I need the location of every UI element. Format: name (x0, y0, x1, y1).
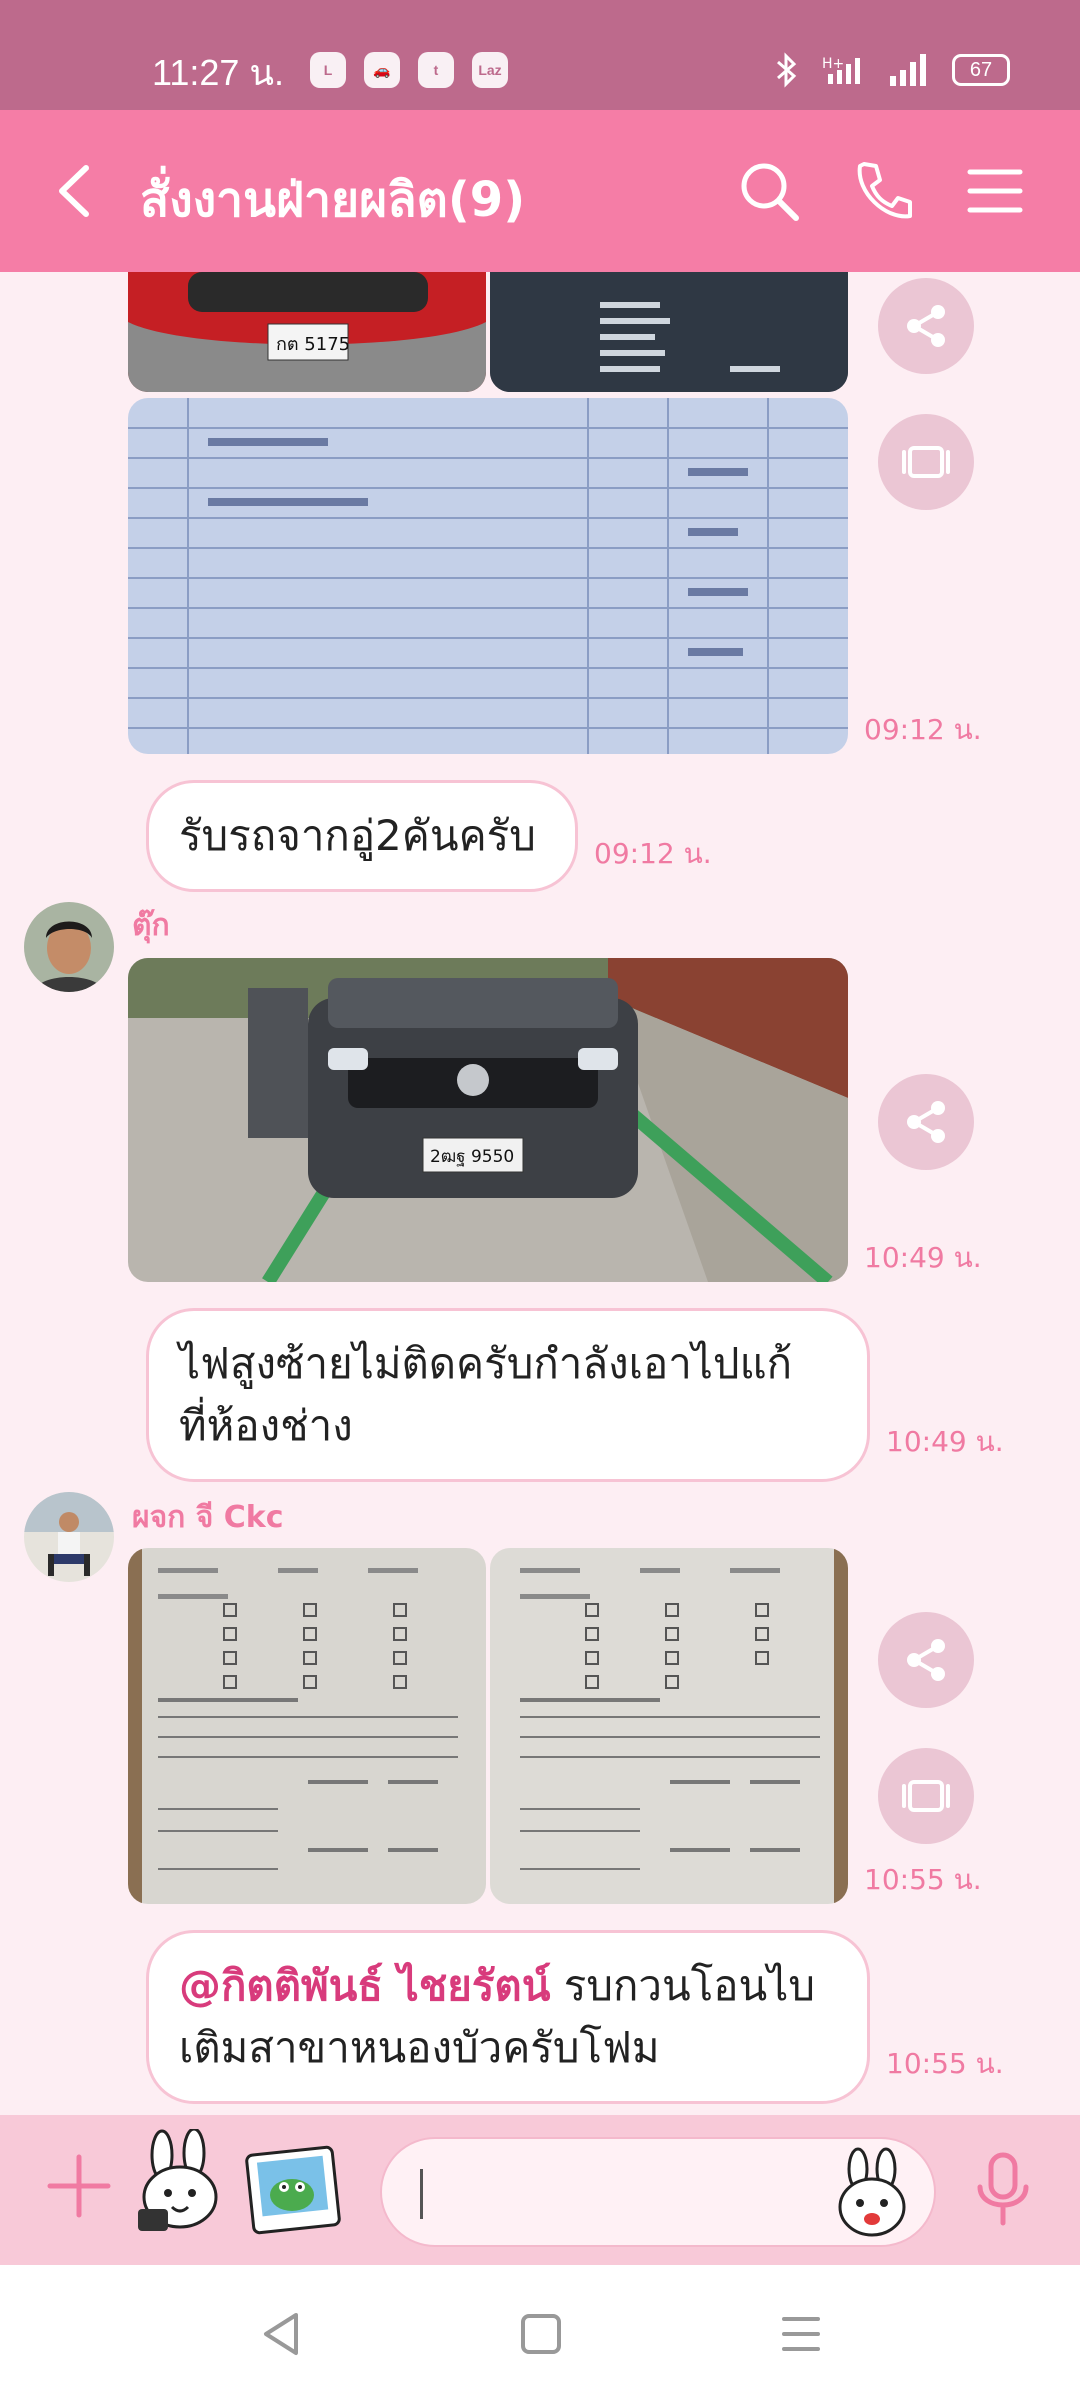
menu-icon[interactable] (962, 158, 1028, 224)
mention-tag[interactable]: @กิตติพันธ์ ไชยรัตน์ (179, 1961, 550, 2010)
chat-title: สั่งงานฝ่ายผลิต(9) (140, 172, 526, 228)
twitter-icon: t (418, 52, 454, 88)
plus-icon[interactable] (44, 2151, 114, 2221)
chat-header: สั่งงานฝ่ายผลิต(9) (0, 110, 1080, 272)
bluetooth-icon (777, 52, 797, 88)
keep-button[interactable] (878, 1748, 974, 1844)
photo-checklist-1[interactable] (128, 1548, 486, 1904)
sticker-icon[interactable] (132, 2129, 232, 2239)
line-app-icon: L (310, 52, 346, 88)
photo-checklist-2[interactable] (490, 1548, 848, 1904)
message-bubble[interactable]: ไฟสูงซ้ายไม่ติดครับกำลังเอาไปแก้ ที่ห้อง… (146, 1308, 870, 1482)
image-picker-icon[interactable] (244, 2145, 342, 2235)
signal-icon (890, 54, 926, 86)
chat-area[interactable]: กต 5175 09:12 น. รับรถจากอู่2คันครับ 09:… (0, 272, 1080, 2115)
timestamp: 09:12 น. (594, 837, 712, 870)
status-time: 11:27 น. (152, 52, 285, 93)
photo-grey-pickup[interactable]: 2ฒฐ 9550 (128, 958, 848, 1282)
text-caret (420, 2169, 423, 2219)
phone-icon[interactable] (850, 158, 916, 224)
license-plate-1: กต 5175 (276, 334, 350, 355)
timestamp: 10:49 น. (864, 1241, 982, 1274)
message-text-line: เติมสาขาหนองบัวครับโฟม (179, 2023, 660, 2072)
photo-handwritten-list[interactable] (128, 398, 848, 754)
lazada-icon: Laz (472, 52, 508, 88)
microphone-icon[interactable] (970, 2149, 1036, 2229)
sender-name: ผจก จี Ckc (132, 1500, 284, 1535)
avatar-tuk[interactable] (24, 902, 114, 992)
message-text-line: ที่ห้องช่าง (179, 1401, 353, 1450)
message-text-line: @กิตติพันธ์ ไชยรัตน์ รบกวนโอนไบ (179, 1955, 837, 2017)
emoji-icon[interactable] (828, 2147, 918, 2241)
back-arrow-icon[interactable] (48, 158, 108, 224)
input-bar (0, 2115, 1080, 2265)
share-button[interactable] (878, 278, 974, 374)
nav-home-icon[interactable] (518, 2311, 564, 2357)
photo-red-car[interactable]: กต 5175 (128, 272, 486, 392)
nav-menu-icon[interactable] (778, 2309, 824, 2359)
search-icon[interactable] (736, 158, 802, 224)
svg-text:H+: H+ (822, 56, 844, 72)
status-bar: 11:27 น. L 🚗 t Laz H+ 67 (0, 0, 1080, 110)
message-text: รับรถจากอู่2คันครับ (179, 811, 536, 860)
photo-phone-screen[interactable] (490, 272, 848, 392)
avatar-manager[interactable] (24, 1492, 114, 1582)
message-bubble[interactable]: รับรถจากอู่2คันครับ (146, 780, 578, 892)
license-plate-2: 2ฒฐ 9550 (430, 1147, 514, 1167)
car-app-icon: 🚗 (364, 52, 400, 88)
system-navigation-bar (0, 2265, 1080, 2400)
battery-icon: 67 (952, 54, 1010, 86)
notification-icons: L 🚗 t Laz (310, 52, 508, 88)
keep-button[interactable] (878, 414, 974, 510)
network-h-icon: H+ (822, 56, 860, 84)
sender-name: ตุ๊ก (132, 908, 170, 943)
timestamp: 10:49 น. (886, 1425, 1004, 1458)
message-text-line: ไฟสูงซ้ายไม่ติดครับกำลังเอาไปแก้ (179, 1339, 793, 1388)
message-text: รบกวนโอนไบ (550, 1961, 815, 2010)
message-bubble[interactable]: @กิตติพันธ์ ไชยรัตน์ รบกวนโอนไบ เติมสาขา… (146, 1930, 870, 2104)
timestamp: 10:55 น. (864, 1863, 982, 1896)
message-input[interactable] (380, 2137, 936, 2247)
share-button[interactable] (878, 1074, 974, 1170)
nav-back-icon[interactable] (258, 2309, 304, 2359)
timestamp: 10:55 น. (886, 2047, 1004, 2080)
share-button[interactable] (878, 1612, 974, 1708)
timestamp: 09:12 น. (864, 713, 982, 746)
